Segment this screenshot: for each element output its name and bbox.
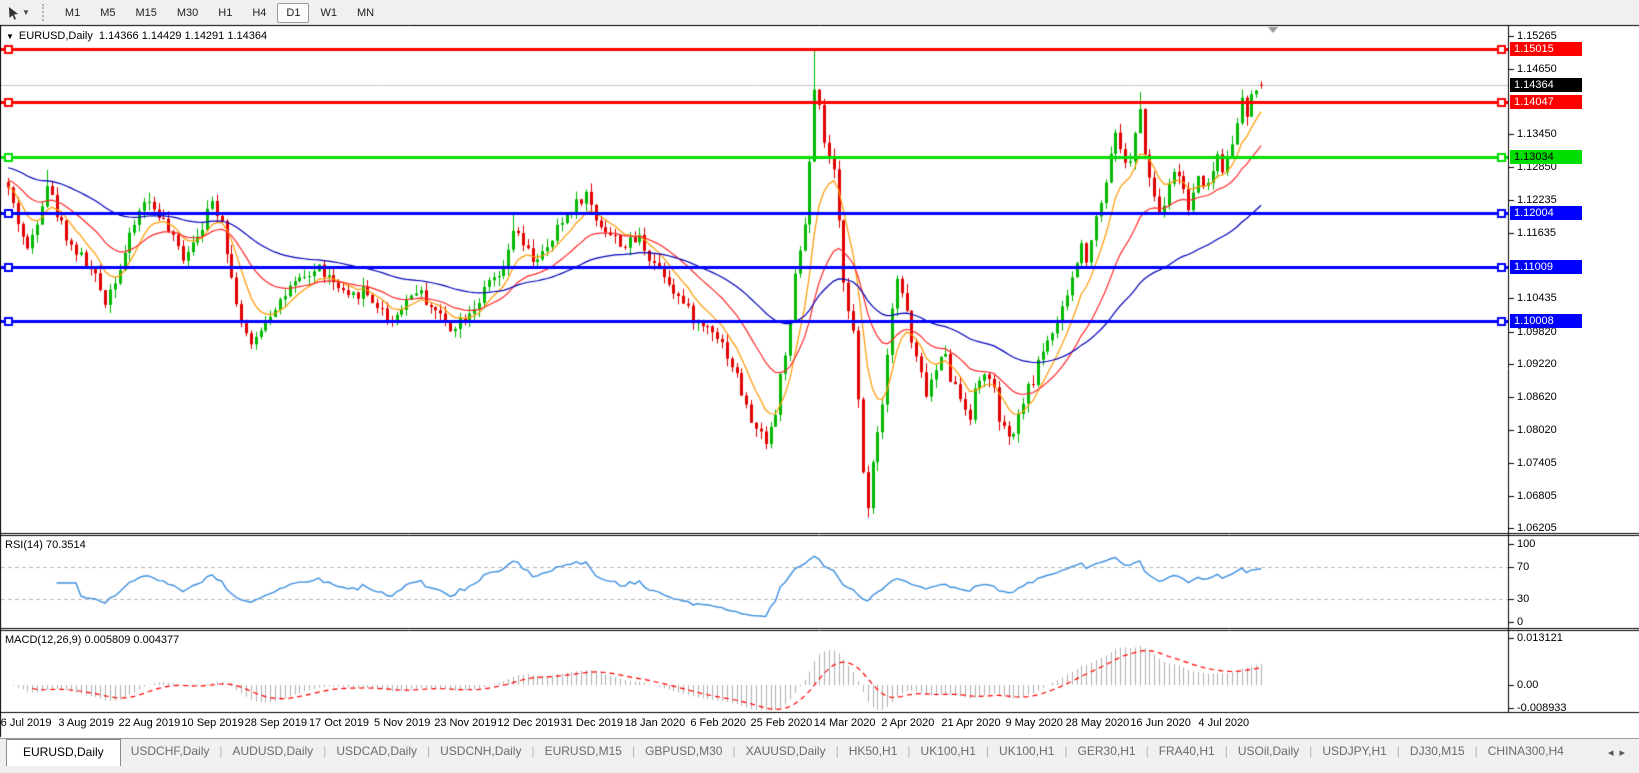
date-axis-label: 6 Feb 2020: [690, 717, 747, 729]
price-axis-tick: 1.08020: [1517, 424, 1557, 436]
price-axis-tick: 1.13450: [1517, 128, 1557, 140]
price-axis-tick: 1.12235: [1517, 194, 1557, 206]
date-axis-label: 28 Sep 2019: [244, 717, 307, 729]
chart-tab-dj30-m15[interactable]: DJ30,M15: [1400, 739, 1475, 763]
date-axis-label: 14 Mar 2020: [813, 717, 876, 729]
price-axis-tick: 1.08620: [1517, 391, 1557, 403]
chart-canvas[interactable]: [0, 0, 1639, 773]
date-axis-label: 18 Jan 2020: [624, 717, 686, 729]
price-axis-tick: 1.10435: [1517, 292, 1557, 304]
chart-tab-china300-h4[interactable]: CHINA300,H4: [1478, 739, 1574, 763]
date-axis-label: 16 Jun 2020: [1130, 717, 1191, 729]
tabs-scroll-left-icon[interactable]: ◂: [1608, 747, 1620, 759]
date-axis-label: 23 Nov 2019: [434, 717, 497, 729]
date-axis-label: 17 Oct 2019: [309, 717, 369, 729]
date-axis-label: 2 Apr 2020: [881, 717, 935, 729]
date-axis-label: 25 Feb 2020: [750, 717, 813, 729]
tabs-scroll-right-icon[interactable]: ▸: [1619, 747, 1631, 759]
price-axis-tick: 1.07405: [1517, 457, 1557, 469]
price-axis-tick: 1.11635: [1517, 227, 1556, 239]
hline-price-label: 1.10008: [1510, 314, 1582, 328]
date-axis-label: 5 Nov 2019: [374, 717, 431, 729]
chart-tab-uk100-h1[interactable]: UK100,H1: [911, 739, 986, 763]
price-axis-tick: 1.06205: [1517, 522, 1557, 534]
macd-indicator-label: MACD(12,26,9) 0.005809 0.004377: [5, 634, 180, 646]
rsi-axis-tick: 100: [1517, 538, 1536, 550]
chart-tab-audusd-daily[interactable]: AUDUSD,Daily: [223, 739, 324, 763]
chart-tab-hk50-h1[interactable]: HK50,H1: [839, 739, 908, 763]
chart-tab-usoil-daily[interactable]: USOil,Daily: [1228, 739, 1309, 763]
chart-tab-usdcnh-daily[interactable]: USDCNH,Daily: [430, 739, 531, 763]
chart-tab-bar: EURUSD,Daily USDCHF,Daily | AUDUSD,Daily | US…: [0, 738, 1639, 773]
chart-tab-usdjpy-h1[interactable]: USDJPY,H1: [1312, 739, 1396, 763]
date-axis-label: 31 Dec 2019: [560, 717, 623, 729]
price-axis-tick: 1.15265: [1517, 30, 1557, 42]
date-axis-label: 21 Apr 2020: [941, 717, 1001, 729]
chart-symbol-label: EURUSD,Daily: [18, 30, 93, 42]
chart-tab-usdchf-daily[interactable]: USDCHF,Daily: [121, 739, 220, 763]
chart-tab-usdcad-daily[interactable]: USDCAD,Daily: [326, 739, 427, 763]
chart-tab-fra40-h1[interactable]: FRA40,H1: [1149, 739, 1225, 763]
chart-tab-eurusd-daily[interactable]: EURUSD,Daily: [6, 739, 121, 766]
rsi-axis-tick: 30: [1517, 593, 1530, 605]
chart-tab-uk100-h1[interactable]: UK100,H1: [989, 739, 1064, 763]
collapse-arrow-icon[interactable]: ▼: [6, 32, 14, 41]
hline-price-label: 1.14047: [1510, 95, 1582, 109]
chart-title: ▼ EURUSD,Daily 1.14366 1.14429 1.14291 1…: [6, 30, 273, 42]
macd-axis-tick: -0.008933: [1517, 702, 1567, 714]
hline-price-label: 1.11009: [1510, 260, 1582, 274]
current-price-label: 1.14364: [1510, 78, 1582, 92]
price-axis-tick: 1.14650: [1517, 63, 1557, 75]
hline-price-label: 1.13034: [1510, 150, 1582, 164]
date-axis-label: 28 May 2020: [1065, 717, 1130, 729]
hline-price-label: 1.15015: [1510, 42, 1582, 56]
tabs-scroll-arrows[interactable]: ◂▸: [1608, 746, 1631, 759]
price-axis-tick: 1.09220: [1517, 358, 1557, 370]
chart-tab-gbpusd-m30[interactable]: GBPUSD,M30: [635, 739, 732, 763]
rsi-indicator-label: RSI(14) 70.3514: [5, 539, 86, 551]
date-axis-label: 10 Sep 2019: [181, 717, 244, 729]
date-axis-label: 3 Aug 2019: [58, 717, 115, 729]
mt4-window: ▼ M1M5M15M30H1H4D1W1MN ▼ EURUSD,Daily 1.…: [0, 0, 1639, 773]
chart-tab-eurusd-m15[interactable]: EURUSD,M15: [535, 739, 632, 763]
macd-axis-tick: 0.00: [1517, 679, 1539, 691]
date-axis-label: 22 Aug 2019: [118, 717, 181, 729]
date-axis-label: 16 Jul 2019: [0, 717, 52, 729]
date-axis-label: 12 Dec 2019: [497, 717, 560, 729]
hline-price-label: 1.12004: [1510, 206, 1582, 220]
chart-ohlc-values: 1.14366 1.14429 1.14291 1.14364: [98, 30, 268, 42]
date-axis-label: 9 May 2020: [1005, 717, 1063, 729]
date-axis-label: 4 Jul 2020: [1198, 717, 1250, 729]
macd-axis-tick: 0.013121: [1517, 632, 1563, 644]
chart-tab-ger30-h1[interactable]: GER30,H1: [1068, 739, 1146, 763]
chart-tab-xauusd-daily[interactable]: XAUUSD,Daily: [736, 739, 836, 763]
price-axis-tick: 1.06805: [1517, 490, 1557, 502]
rsi-axis-tick: 70: [1517, 561, 1530, 573]
rsi-axis-tick: 0: [1517, 616, 1524, 628]
